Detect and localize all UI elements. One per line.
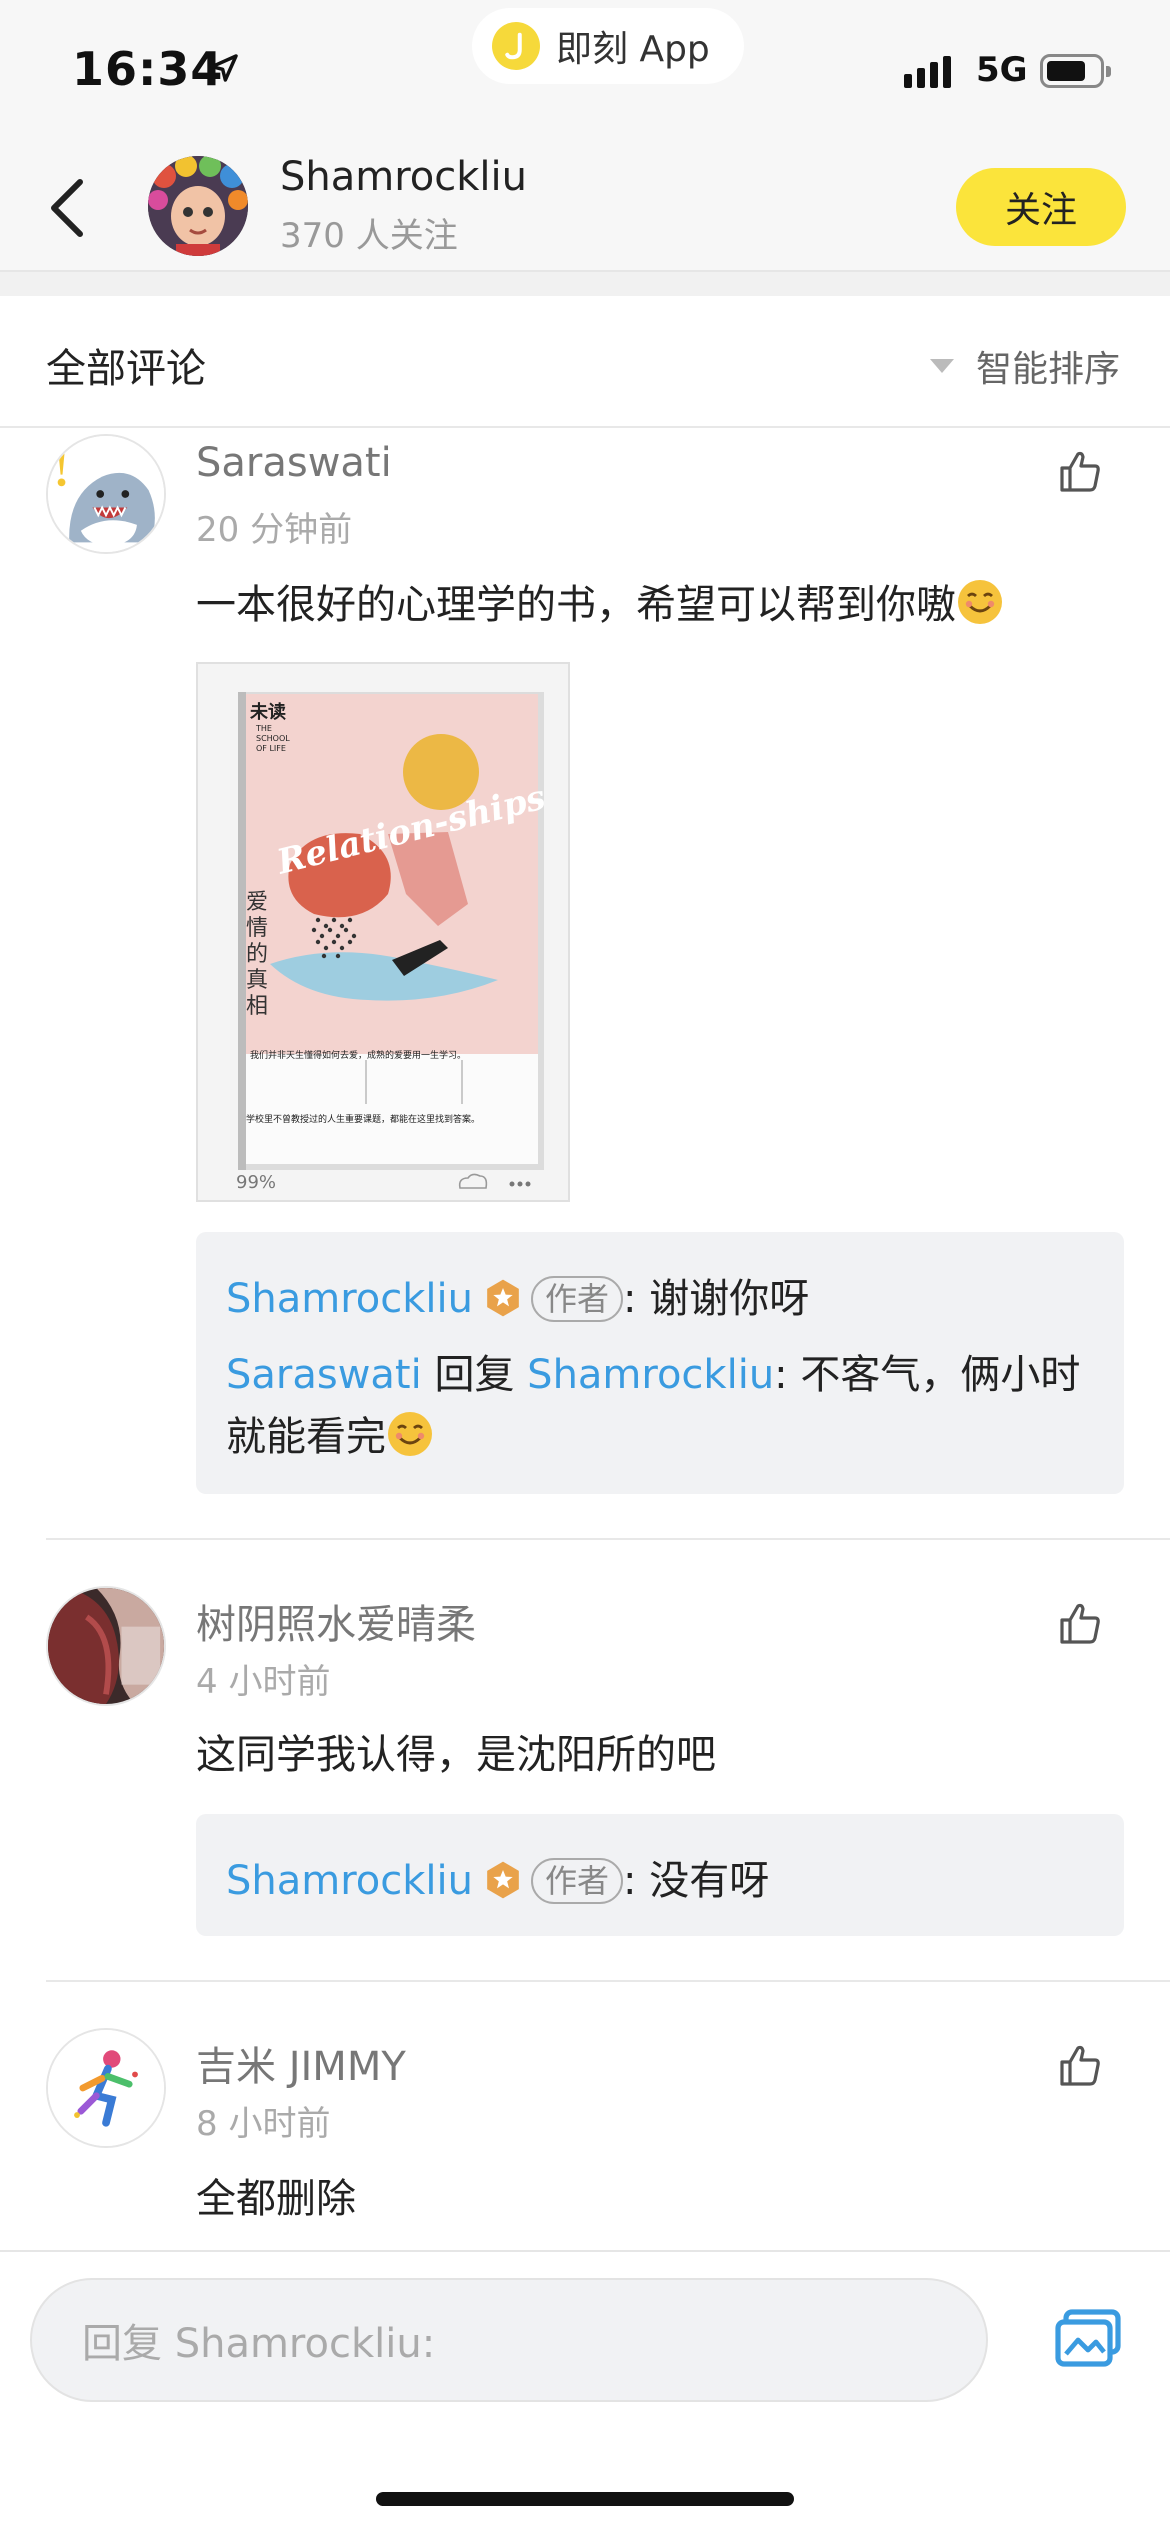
reply-text-continued: 就能看完: [226, 1404, 434, 1462]
comment-text: 这同学我认得，是沈阳所的吧: [196, 1732, 716, 1778]
divider: [0, 426, 1170, 428]
comment-author[interactable]: Saraswati: [196, 440, 392, 486]
reply-thread: Shamrockliu 作者: 没有呀: [196, 1814, 1124, 1936]
comment-avatar[interactable]: [46, 434, 166, 554]
comment-text: 一本很好的心理学的书，希望可以帮到你嗷: [196, 572, 1004, 630]
comment-time: 20 分钟前: [196, 510, 353, 550]
image-picker-icon[interactable]: [1054, 2308, 1122, 2368]
smile-emoji-icon: [388, 1412, 432, 1456]
back-to-app-pill[interactable]: 即刻 App: [472, 8, 744, 84]
dropdown-triangle-icon: [930, 359, 954, 373]
section-gap: [0, 272, 1170, 296]
reply-text: : 不客气，俩小时: [774, 1352, 1081, 1398]
battery-icon: [1040, 54, 1111, 88]
author-badge-icon: [487, 1861, 519, 1899]
back-icon[interactable]: [44, 176, 92, 240]
smile-emoji-icon: [958, 580, 1002, 624]
book-footer: 学校里不曾教授过的人生重要课题，都能在这里找到答案。: [246, 1115, 481, 1125]
signal-icon: [904, 56, 951, 88]
sort-label: 智能排序: [976, 349, 1121, 390]
profile-name[interactable]: Shamrockliu: [280, 154, 527, 200]
location-arrow-icon: [210, 54, 238, 82]
comment-text-body: 一本很好的心理学的书，希望可以帮到你嗷: [196, 582, 956, 628]
comment-avatar[interactable]: [46, 1586, 166, 1706]
reply-item[interactable]: Saraswati 回复 Shamrockliu: 不客气，俩小时: [226, 1342, 1080, 1400]
status-bar: 16:34 即刻 App 5G: [0, 0, 1170, 140]
book-title-cn: 爱情的真相: [246, 890, 269, 1019]
follow-button[interactable]: 关注: [956, 168, 1126, 246]
app-pill-label: 即刻 App: [556, 29, 710, 70]
comment-text: 全都删除: [196, 2176, 356, 2222]
image-progress: 99%: [236, 1172, 277, 1193]
network-type: 5G: [976, 50, 1028, 90]
reply-item[interactable]: Shamrockliu 作者: 谢谢你呀: [226, 1266, 809, 1324]
home-indicator[interactable]: [376, 2492, 794, 2506]
comment-author[interactable]: 吉米 JIMMY: [196, 2034, 406, 2092]
reply-thread: Shamrockliu 作者: 谢谢你呀 Saraswati 回复 Shamroc…: [196, 1232, 1124, 1494]
book-tagline: 我们并非天生懂得如何去爱，成熟的爱要用一生学习。: [250, 1051, 467, 1061]
comment-author[interactable]: 树阴照水爱晴柔: [196, 1592, 476, 1650]
reply-bar: 回复 Shamrockliu:: [0, 2250, 1170, 2532]
like-icon[interactable]: [1056, 1600, 1104, 1648]
reply-text: : 没有呀: [623, 1858, 770, 1904]
reply-verb: 回复: [421, 1352, 528, 1398]
reply-text: : 谢谢你呀: [623, 1276, 810, 1322]
like-icon[interactable]: [1056, 448, 1104, 496]
divider: [46, 1980, 1170, 1982]
follower-count: 370 人关注: [280, 216, 458, 256]
profile-header: Shamrockliu 370 人关注 关注: [0, 140, 1170, 272]
reply-item[interactable]: Shamrockliu 作者: 没有呀: [226, 1848, 769, 1906]
app-logo-icon: [492, 22, 540, 70]
sort-dropdown[interactable]: 智能排序: [930, 340, 1120, 392]
book-series: THE SCHOOL OF LIFE: [256, 724, 290, 753]
author-tag: 作者: [531, 1276, 624, 1322]
reply-text-line2: 就能看完: [226, 1414, 386, 1460]
reply-author[interactable]: Shamrockliu: [226, 1858, 473, 1904]
author-badge-icon: [487, 1279, 519, 1317]
reply-input[interactable]: 回复 Shamrockliu:: [30, 2278, 988, 2402]
comment-time: 8 小时前: [196, 2104, 331, 2144]
comment-time: 4 小时前: [196, 1662, 331, 1702]
reply-author[interactable]: Shamrockliu: [226, 1276, 473, 1322]
comments-section-title: 全部评论: [46, 346, 206, 392]
like-icon[interactable]: [1056, 2042, 1104, 2090]
comment-avatar[interactable]: [46, 2028, 166, 2148]
comment-image[interactable]: 未读 THE SCHOOL OF LIFE Relation-ships 爱情的…: [196, 662, 570, 1202]
reply-author[interactable]: Saraswati: [226, 1352, 422, 1398]
avatar[interactable]: [148, 156, 248, 256]
book-publisher: 未读: [250, 702, 286, 723]
author-tag: 作者: [531, 1858, 624, 1904]
status-time: 16:34: [72, 42, 224, 96]
divider: [46, 1538, 1170, 1540]
reply-target[interactable]: Shamrockliu: [527, 1352, 774, 1398]
